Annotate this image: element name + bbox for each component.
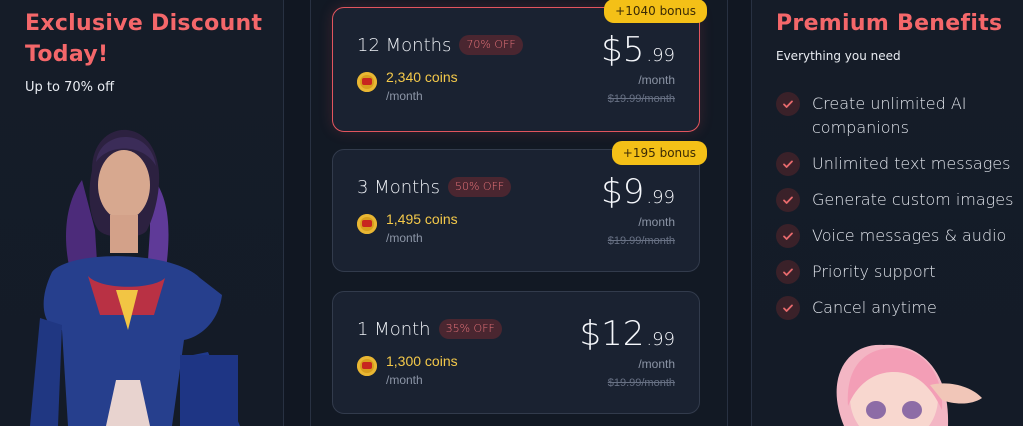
discount-badge: 50% OFF: [447, 177, 512, 197]
original-price: $19.99/month: [607, 93, 675, 105]
coins-unit: /month: [386, 89, 423, 103]
anime-character-image: [836, 344, 982, 426]
price: $12.99: [579, 314, 675, 354]
bonus-badge: +1040 bonus: [604, 0, 707, 23]
plan-name: 3 Months 50% OFF: [357, 177, 512, 198]
price-unit: /month: [638, 357, 675, 371]
coin-icon: [357, 72, 377, 92]
price-cents: .99: [646, 187, 675, 208]
price-main: $12: [579, 314, 645, 354]
coin-icon: [357, 214, 377, 234]
coins-amount: 1,495 coins: [386, 211, 458, 227]
coins-amount: 2,340 coins: [386, 69, 458, 85]
price-unit: /month: [638, 215, 675, 229]
plan-name: 1 Month 35% OFF: [357, 319, 502, 340]
bonus-badge: +195 bonus: [611, 141, 707, 165]
plan-card-12-months[interactable]: +1040 bonus 12 Months 70% OFF 2,340 coins…: [332, 0, 707, 132]
price-cents: .99: [646, 45, 675, 66]
price-main: $5: [601, 30, 645, 70]
promo-panel: Exclusive Discount Today! Up to 70% off: [0, 0, 284, 426]
coins-unit: /month: [386, 373, 423, 387]
coins-unit: /month: [386, 231, 423, 245]
price: $9.99: [601, 172, 675, 212]
price: $5.99: [601, 30, 675, 70]
discount-badge: 35% OFF: [438, 319, 502, 339]
character-portrait: [30, 129, 240, 426]
plan-name-text: 12 Months: [357, 35, 452, 56]
discount-badge: 70% OFF: [459, 35, 523, 55]
price-unit: /month: [638, 73, 675, 87]
plan-name-text: 3 Months: [357, 177, 440, 198]
plan-card-3-months[interactable]: +195 bonus 3 Months 50% OFF 1,495 coins /…: [332, 141, 707, 272]
plan-name: 12 Months 70% OFF: [357, 35, 523, 56]
original-price: $19.99/month: [607, 235, 675, 247]
coin-icon: [357, 356, 377, 376]
plan-name-text: 1 Month: [357, 319, 431, 340]
coins-amount: 1,300 coins: [386, 353, 458, 369]
original-price: $19.99/month: [607, 377, 675, 389]
price-cents: .99: [646, 329, 675, 350]
plan-card-1-month[interactable]: 1 Month 35% OFF 1,300 coins /month $12.99…: [332, 291, 700, 414]
benefits-panel: Premium Benefits Everything you need Cre…: [751, 0, 1023, 426]
price-main: $9: [601, 172, 645, 212]
